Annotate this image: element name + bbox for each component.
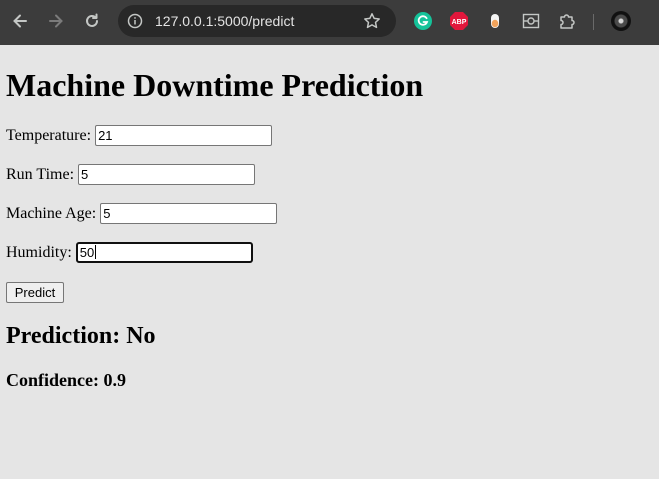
adblock-plus-extension-button[interactable]: ABP xyxy=(449,11,469,31)
site-info-icon[interactable] xyxy=(127,13,143,29)
back-button[interactable] xyxy=(7,8,33,34)
humidity-label: Humidity: xyxy=(6,243,72,261)
adblock-plus-icon: ABP xyxy=(450,12,468,30)
extensions-button[interactable] xyxy=(557,11,577,31)
arrow-right-icon xyxy=(49,14,63,28)
machine-age-input[interactable]: 5 xyxy=(100,203,278,224)
address-bar[interactable]: 127.0.0.1:5000/predict xyxy=(118,5,396,37)
page-content: Machine Downtime Prediction Temperature:… xyxy=(0,45,659,479)
machine-age-value: 5 xyxy=(103,206,111,221)
run-time-value: 5 xyxy=(81,167,89,182)
machine-age-label: Machine Age: xyxy=(6,204,97,222)
prediction-result: Prediction: No xyxy=(6,323,156,349)
grammarly-icon xyxy=(414,12,432,30)
temperature-label: Temperature: xyxy=(6,126,92,144)
drop-extension-button[interactable] xyxy=(485,11,505,31)
arrow-left-icon xyxy=(13,14,27,28)
humidity-input[interactable]: 50 xyxy=(75,242,253,263)
run-time-row: Run Time: 5 xyxy=(6,164,256,185)
grammarly-extension-button[interactable] xyxy=(413,11,433,31)
temperature-row: Temperature: 21 xyxy=(6,125,273,146)
run-time-label: Run Time: xyxy=(6,165,75,183)
puzzle-icon xyxy=(560,14,575,29)
confidence-result: Confidence: 0.9 xyxy=(6,370,126,390)
screen-capture-extension-button[interactable] xyxy=(521,11,541,31)
run-time-input[interactable]: 5 xyxy=(78,164,256,185)
humidity-value: 50 xyxy=(79,245,95,260)
temperature-value: 21 xyxy=(98,128,113,143)
toolbar-divider xyxy=(593,14,594,30)
text-caret xyxy=(95,245,97,259)
screen-capture-icon xyxy=(522,13,540,29)
profile-avatar[interactable] xyxy=(611,11,631,31)
bookmark-star-icon[interactable] xyxy=(363,12,381,30)
page-title: Machine Downtime Prediction xyxy=(6,67,424,103)
svg-text:ABP: ABP xyxy=(452,19,467,26)
predict-button[interactable]: Predict xyxy=(6,282,64,303)
drop-icon xyxy=(491,14,499,28)
reload-icon xyxy=(86,13,98,27)
url-text[interactable]: 127.0.0.1:5000/predict xyxy=(155,13,294,29)
reload-button[interactable] xyxy=(79,8,105,34)
forward-button[interactable] xyxy=(43,8,69,34)
temperature-input[interactable]: 21 xyxy=(95,125,273,146)
browser-toolbar: 127.0.0.1:5000/predict ABP xyxy=(0,0,659,45)
machine-age-row: Machine Age: 5 xyxy=(6,203,278,224)
humidity-row: Humidity: 50 xyxy=(6,242,253,263)
